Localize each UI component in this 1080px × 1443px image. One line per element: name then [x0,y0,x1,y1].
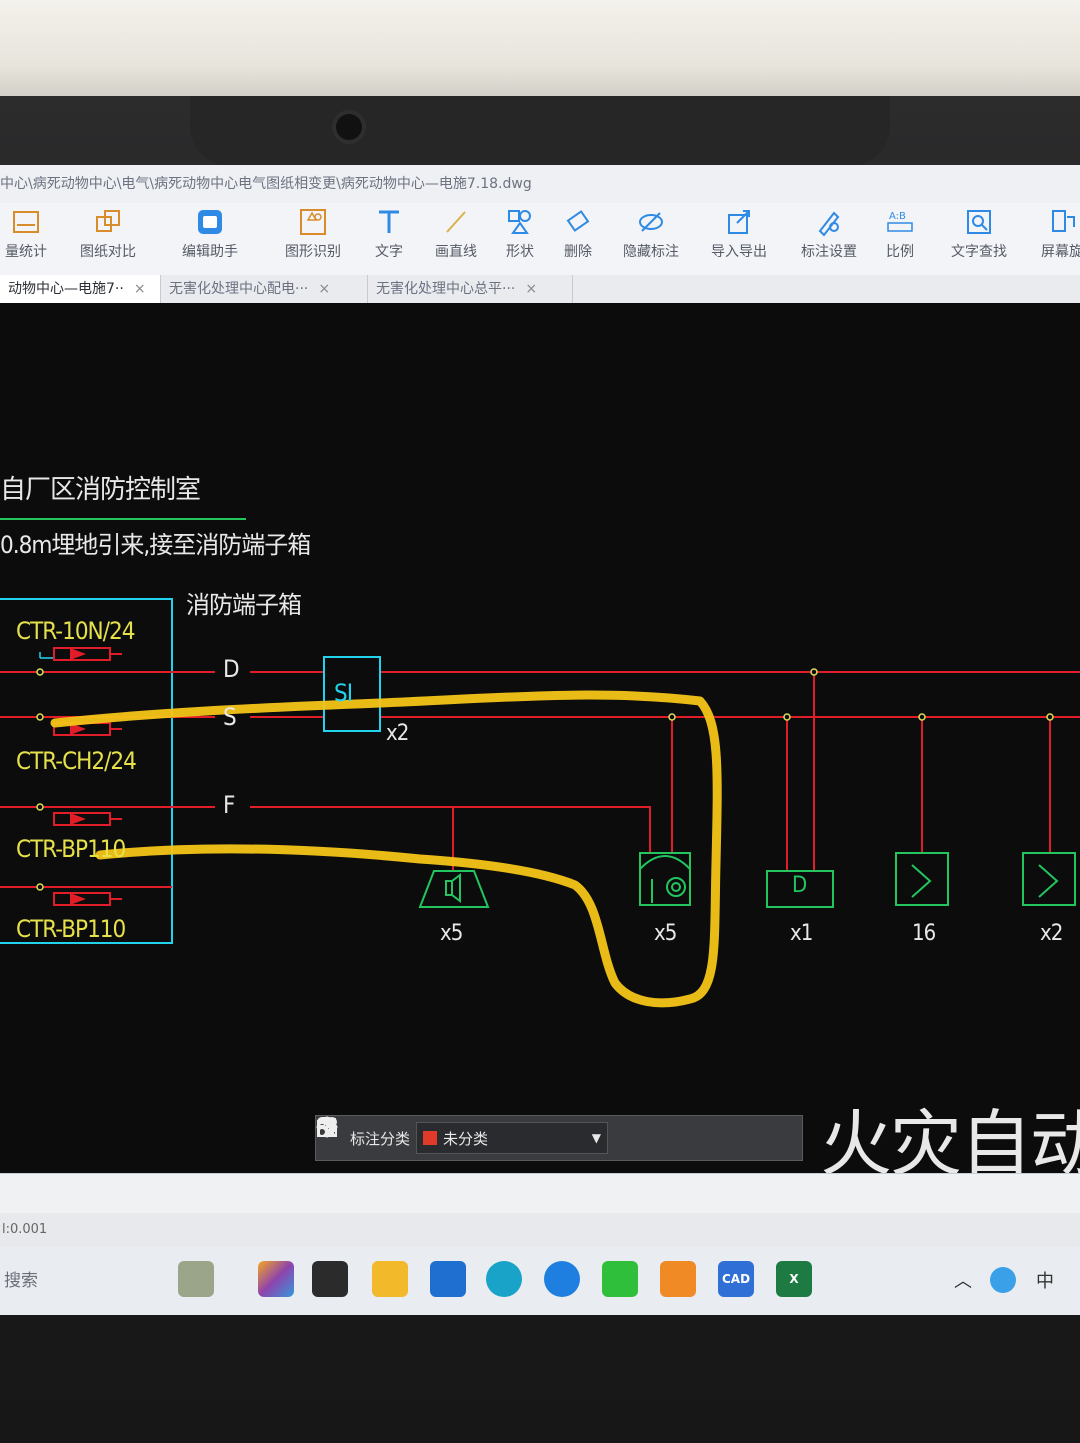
device-qty: 16 [912,921,936,946]
device-qty: x5 [654,921,677,946]
webcam [336,114,362,140]
ribbon-screen-rotate[interactable]: 屏幕旋 [1032,203,1080,275]
edge-icon[interactable] [486,1261,522,1297]
app-icon[interactable] [660,1261,696,1297]
text-search-icon [964,207,994,237]
tab-document-1[interactable]: 动物中心—电施7·· × [0,275,161,305]
ribbon-hide-annotation[interactable]: 隐藏标注 [608,203,694,275]
annotation-floating-toolbar: 标注分类 未分类 ▼ [315,1115,803,1161]
tab-document-2[interactable]: 无害化处理中心配电··· × [161,275,368,303]
annotation-settings-icon [814,207,844,237]
ribbon-stats[interactable]: 量统计 [0,203,52,275]
ribbon-toolbar: 量统计 图纸对比 编辑助手 图形识别 文字 画直线 形状 删除 隐藏标注 导入导… [0,203,1080,275]
background-wall [0,0,1080,110]
category-color-swatch [423,1131,438,1145]
bus-label: F [223,791,235,819]
close-icon[interactable]: × [525,275,537,303]
scale-readout: l:0.001 [2,1222,48,1237]
compare-icon [93,207,123,237]
tray-app-icon[interactable] [990,1267,1016,1293]
excel-icon[interactable]: X [776,1261,812,1297]
chevron-up-icon[interactable]: ︿ [954,1267,972,1293]
category-select[interactable]: 未分类 ▼ [416,1122,609,1154]
ribbon-text-search[interactable]: 文字查找 [938,203,1020,275]
close-icon[interactable]: × [318,275,330,303]
terminal-box-label: 消防端子箱 [186,591,302,619]
drawing-canvas[interactable]: 自厂区消防控制室 0.8m埋地引来,接至消防端子箱 消防端子箱 CTR-10N/… [0,303,1080,1186]
device-qty: x2 [1040,921,1063,946]
close-icon[interactable]: × [134,275,146,303]
ime-indicator[interactable]: 中 [1036,1267,1054,1293]
svg-text:A:B: A:B [889,211,906,222]
cad-drawing [0,518,1080,1008]
speaker-symbol [418,870,490,908]
shape-recognize-icon [298,207,328,237]
ribbon-text[interactable]: 文字 [358,203,420,275]
file-explorer-icon[interactable] [372,1261,408,1297]
ribbon-line[interactable]: 画直线 [420,203,492,275]
shapes-icon [505,207,535,237]
mail-icon[interactable] [430,1261,466,1297]
ribbon-import-export[interactable]: 导入导出 [694,203,784,275]
module-label: CTR-BP110 [16,835,126,863]
junction-dots [36,668,1054,891]
status-bar: l:0.001 [0,1213,1080,1247]
file-path: 中心\病死动物中心\电气\病死动物中心电气图纸相变更\病死动物中心—电施7.18… [0,176,532,192]
cad-edit-icon [195,207,225,237]
ribbon-annotation-settings[interactable]: 标注设置 [784,203,874,275]
module-label: CTR-BP110 [16,915,126,943]
module-label: CTR-10N/24 [16,617,135,645]
s-boxes [895,852,1076,906]
ie-icon[interactable] [544,1261,580,1297]
window-titlebar: 中心\病死动物中心\电气\病死动物中心电气图纸相变更\病死动物中心—电施7.18… [0,165,1080,203]
text-icon [374,207,404,237]
chevron-down-icon: ▼ [591,1131,602,1145]
stats-icon [11,207,41,237]
screen-rotate-icon [1047,207,1077,237]
laptop-screen: 中心\病死动物中心\电气\病死动物中心电气图纸相变更\病死动物中心—电施7.18… [0,165,1080,1315]
device-qty: x1 [790,921,813,946]
document-tabs: 动物中心—电施7·· × 无害化处理中心配电··· × 无害化处理中心总平··· × [0,275,1080,305]
ribbon-shapes[interactable]: 形状 [492,203,548,275]
wechat-icon[interactable] [602,1261,638,1297]
module-label: CTR-CH2/24 [16,747,137,775]
ribbon-compare[interactable]: 图纸对比 [64,203,152,275]
bus-label: S [223,703,237,731]
taskbar-search[interactable]: 搜索 [0,1261,164,1301]
eraser-icon [563,207,593,237]
si-label: SI [334,679,353,707]
scale-icon: A:B [885,207,915,237]
annotation-category-label: 标注分类 [350,1129,411,1148]
taskbar: 搜索 CAD X ︿ 中 [0,1247,1080,1315]
bus-label: D [223,655,240,683]
line-icon [441,207,471,237]
ribbon-delete[interactable]: 删除 [548,203,608,275]
tab-document-3[interactable]: 无害化处理中心总平··· × [368,275,573,303]
room-label: 自厂区消防控制室 [0,475,201,505]
copilot-icon[interactable] [258,1261,294,1297]
widget-icon[interactable] [178,1261,214,1297]
import-export-icon [724,207,754,237]
cable-note: 0.8m埋地引来,接至消防端子箱 [0,531,311,559]
ribbon-shape-recognize[interactable]: 图形识别 [268,203,358,275]
cad-app-icon[interactable]: CAD [718,1261,754,1297]
module-symbols [39,647,122,906]
terminal-icon[interactable] [312,1261,348,1297]
hide-icon [636,207,666,237]
bezel-camera-housing [190,96,890,166]
ribbon-edit-assistant[interactable]: 编辑助手 [164,203,256,275]
bell-symbol [639,852,691,906]
d-box-label: D [792,873,807,898]
command-line[interactable] [0,1173,1080,1214]
device-qty: x5 [440,921,463,946]
si-qty: x2 [386,721,409,746]
ribbon-scale[interactable]: A:B 比例 [874,203,926,275]
